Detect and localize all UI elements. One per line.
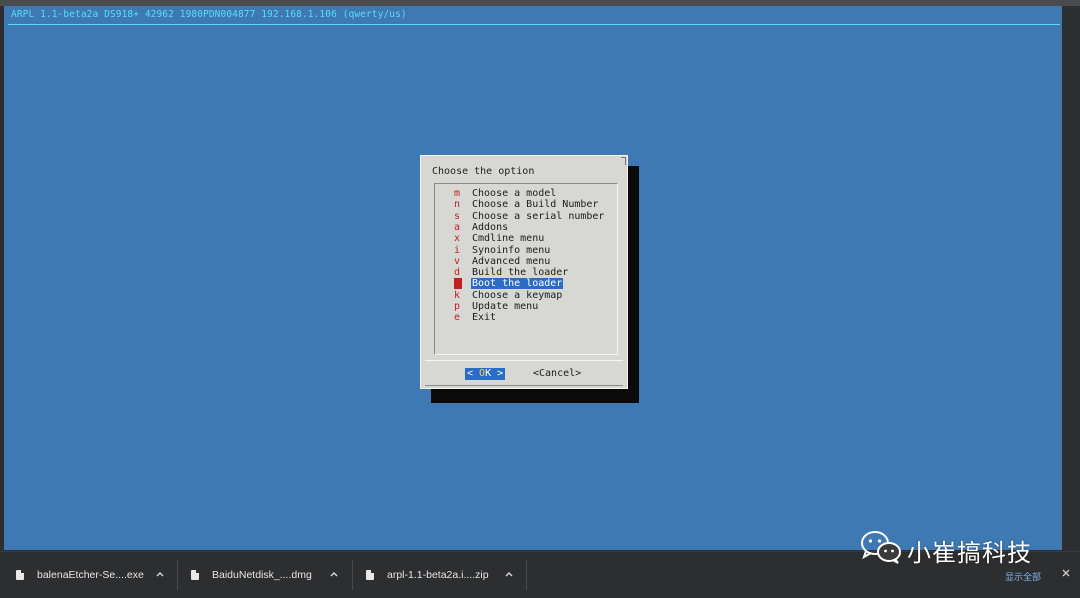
ok-button-left: <: [467, 368, 480, 379]
download-name: balenaEtcher-Se....exe: [37, 569, 144, 581]
chevron-up-icon[interactable]: [329, 568, 339, 580]
menu-item-label: Build the loader: [472, 267, 569, 279]
menu-item-label: Update menu: [472, 301, 539, 312]
download-name: arpl-1.1-beta2a.i....zip: [387, 569, 489, 581]
file-icon: [191, 570, 199, 580]
ok-button-right: K >: [485, 368, 504, 379]
choose-option-dialog: Choose the option m Choose a model n Choose…: [420, 155, 628, 389]
menu-item-hotkey: k: [454, 289, 461, 301]
button-divider: [425, 360, 623, 361]
menu-item-label: Boot the loader: [471, 278, 564, 290]
file-icon: [366, 570, 374, 580]
menu-item-label: Exit: [472, 312, 497, 324]
menu-item-label: Choose a Build Number: [472, 199, 599, 211]
menu-list: m Choose a model n Choose a Build Number s Ch…: [434, 183, 618, 355]
download-separator: [177, 560, 178, 590]
menu-item-hotkey: m: [454, 188, 461, 199]
terminal-title: ARPL 1.1-beta2a DS918+ 42962 1980PDN0048…: [11, 9, 407, 20]
menu-item-label: Cmdline menu: [472, 233, 545, 245]
terminal-title-rule: [8, 24, 1060, 25]
menu-item-label: Addons: [472, 221, 509, 233]
menu-item-label: Synoinfo menu: [472, 244, 551, 256]
menu-item-hotkey: n: [454, 199, 461, 211]
watermark-text: 小崔搞科技: [907, 539, 1032, 567]
menu-item-hotkey: s: [454, 210, 461, 222]
menu-item-label: Choose a model: [472, 188, 557, 199]
file-icon: [16, 570, 24, 580]
menu-item-hotkey: x: [454, 233, 461, 245]
chevron-up-icon[interactable]: [504, 568, 514, 580]
menu-item-hotkey: p: [454, 301, 461, 312]
wechat-logo-icon: [861, 531, 901, 564]
menu-item-hotkey: a: [454, 221, 461, 233]
menu-item-label: Choose a keymap: [472, 289, 563, 301]
download-name: BaiduNetdisk_....dmg: [212, 569, 312, 581]
dialog-corner: [621, 157, 626, 165]
dialog-title: Choose the option: [432, 166, 535, 177]
chevron-up-icon[interactable]: [155, 568, 165, 580]
show-all-link[interactable]: 显示全部: [1005, 570, 1041, 583]
download-separator: [526, 560, 527, 590]
close-icon[interactable]: [1060, 567, 1072, 579]
menu-item-hotkey: d: [454, 267, 461, 279]
menu-item-hotkey: v: [454, 255, 461, 267]
cancel-button[interactable]: <Cancel>: [533, 368, 581, 380]
download-separator: [352, 560, 353, 590]
menu-item-label: Advanced menu: [472, 255, 551, 267]
menu-item-hotkey: e: [454, 312, 461, 324]
menu-item-hotkey: b: [454, 278, 462, 290]
menu-item-label: Choose a serial number: [472, 210, 605, 222]
dialog-bottom-rule: [425, 385, 623, 386]
ok-button[interactable]: < OK >: [465, 368, 506, 380]
menu-item-hotkey: i: [454, 244, 461, 256]
